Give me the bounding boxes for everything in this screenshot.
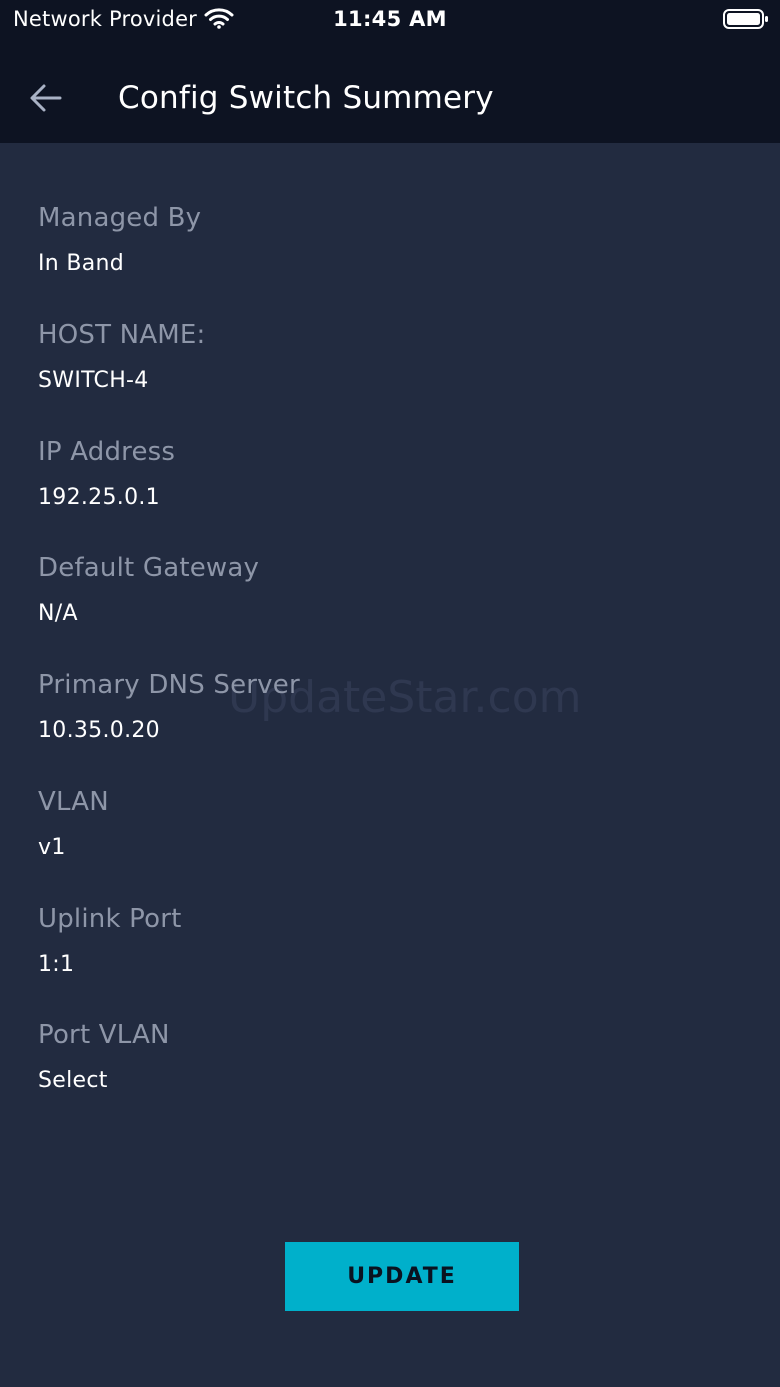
battery-full-icon [723, 9, 768, 29]
field-port-vlan: Port VLAN Select [38, 1012, 738, 1112]
arrow-left-icon [30, 84, 62, 112]
field-value: 10.35.0.20 [38, 718, 160, 743]
field-vlan: VLAN v1 [38, 779, 738, 879]
field-label: Managed By [38, 203, 202, 233]
field-default-gateway: Default Gateway N/A [38, 545, 738, 645]
field-value: 1:1 [38, 952, 75, 977]
port-vlan-select[interactable]: Select [38, 1068, 108, 1093]
update-button[interactable]: UPDATE [285, 1242, 519, 1311]
back-button[interactable] [22, 76, 70, 120]
field-value: v1 [38, 835, 66, 860]
page-title: Config Switch Summery [118, 80, 494, 116]
field-label: HOST NAME: [38, 320, 206, 350]
status-time: 11:45 AM [333, 7, 447, 31]
status-bar: Network Provider 11:45 AM [0, 0, 780, 40]
field-label: Default Gateway [38, 553, 260, 583]
top-bar: Network Provider 11:45 AM Config Switch … [0, 0, 780, 143]
field-value: SWITCH-4 [38, 368, 149, 393]
field-value: N/A [38, 601, 78, 626]
field-label: Port VLAN [38, 1020, 170, 1050]
field-label: Uplink Port [38, 904, 182, 934]
field-ip-address: IP Address 192.25.0.1 [38, 429, 738, 529]
field-value: In Band [38, 251, 125, 276]
field-managed-by: Managed By In Band [38, 195, 738, 295]
field-value: 192.25.0.1 [38, 485, 160, 510]
field-primary-dns-server: Primary DNS Server 10.35.0.20 [38, 662, 738, 762]
field-host-name: HOST NAME: SWITCH-4 [38, 312, 738, 412]
field-label: VLAN [38, 787, 109, 817]
field-label: IP Address [38, 437, 176, 467]
field-label: Primary DNS Server [38, 670, 300, 700]
field-uplink-port: Uplink Port 1:1 [38, 896, 738, 996]
